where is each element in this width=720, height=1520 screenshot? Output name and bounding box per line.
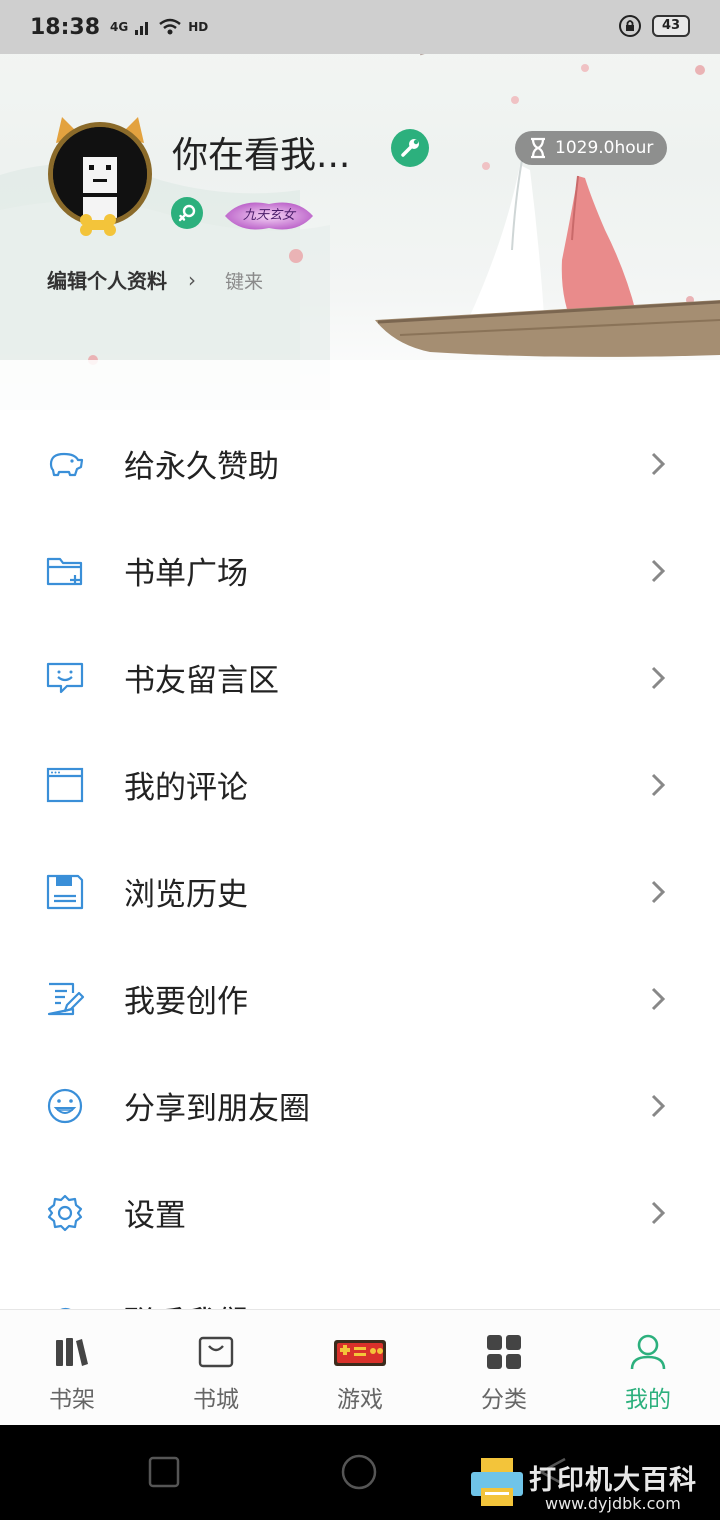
edit-profile-link[interactable]: 编辑个人资料 [47,265,167,294]
username: 你在看我... [172,135,351,176]
nav-tab-games[interactable]: 游戏 [288,1310,432,1426]
menu-item-create[interactable]: 我要创作 [0,945,720,1052]
folder-add-icon [46,557,83,585]
chevron-right-icon [651,559,666,582]
printer-logo-icon [471,1458,523,1506]
nav-label-bookstore: 书城 [193,1387,239,1413]
status-bar: 18:38 4G HD 43 [0,0,720,54]
lock-rotation-icon [619,15,641,37]
person-icon [630,1334,666,1370]
chevron-right-icon: › [188,268,196,292]
menu-label-share: 分享到朋友圈 [124,1091,310,1127]
profile-header: 18:38 4G HD 43 你在看我... 1029.0hour 九天玄女 编… [0,0,720,410]
hd-indicator: HD [188,20,209,34]
recents-button-icon[interactable] [148,1456,180,1488]
gear-icon [47,1194,83,1231]
write-icon [47,982,85,1015]
status-time: 18:38 [30,14,101,40]
edit-profile-button[interactable] [391,129,429,167]
chevron-right-icon [651,773,666,796]
menu-label-message-board: 书友留言区 [124,663,279,699]
wifi-icon [159,18,182,35]
message-icon [46,662,84,693]
menu-label-history: 浏览历史 [124,877,248,913]
watermark-url: www.dyjdbk.com [545,1494,681,1513]
nav-label-games: 游戏 [337,1387,383,1413]
battery-indicator: 43 [652,15,690,37]
bag-icon [198,1336,234,1368]
nav-tab-category[interactable]: 分类 [432,1310,576,1426]
menu-item-settings[interactable]: 设置 [0,1159,720,1266]
save-icon [46,874,84,909]
female-icon [178,204,196,222]
female-gender-badge [171,197,203,229]
menu-label-my-comments: 我的评论 [124,770,248,806]
chevron-right-icon [651,452,666,475]
watermark-text: 打印机大百科 [529,1465,697,1496]
signal-icon [135,22,149,35]
piggy-bank-icon [49,452,84,476]
menu-item-my-comments[interactable]: 我的评论 [0,731,720,838]
menu-label-booklist: 书单广场 [124,556,248,592]
nav-tab-bookstore[interactable]: 书城 [144,1310,288,1426]
smile-icon [47,1088,83,1123]
chevron-right-icon [651,880,666,903]
title-badge-text: 九天玄女 [242,208,295,223]
bottom-navigation: 书架 书城 游戏 分类 我的 [0,1309,720,1425]
nav-label-bookshelf: 书架 [49,1387,95,1413]
status-icons: 4G HD [110,17,208,37]
chevron-right-icon [651,1094,666,1117]
status-right: 43 [618,14,690,38]
menu-item-booklist[interactable]: 书单广场 [0,517,720,624]
nav-tab-mine[interactable]: 我的 [576,1310,720,1426]
network-type: 4G [110,20,129,34]
grid-icon [487,1335,521,1369]
menu-item-history[interactable]: 浏览历史 [0,838,720,945]
watermark: 打印机大百科 www.dyjdbk.com [467,1452,712,1516]
title-badge: 九天玄女 [221,196,317,236]
chevron-right-icon [651,987,666,1010]
reading-hours: 1029.0hour [555,138,654,158]
chevron-right-icon [651,666,666,689]
menu-item-message-board[interactable]: 书友留言区 [0,624,720,731]
nav-tab-bookshelf[interactable]: 书架 [0,1310,144,1426]
menu-label-create: 我要创作 [124,984,248,1020]
signature: 键来 [225,271,264,293]
menu-label-sponsor: 给永久赞助 [124,449,279,485]
wrench-icon [401,139,419,157]
menu-item-share[interactable]: 分享到朋友圈 [0,1052,720,1159]
reading-hours-badge: 1029.0hour [515,131,667,165]
chevron-right-icon [651,1201,666,1224]
bone-badge-icon [80,214,116,236]
nav-label-mine: 我的 [625,1387,671,1413]
menu-label-settings: 设置 [124,1198,186,1234]
menu-item-sponsor[interactable]: 给永久赞助 [0,410,720,517]
game-icon [334,1340,386,1366]
hourglass-icon [531,137,545,159]
nav-label-category: 分类 [481,1387,527,1413]
bookshelf-icon [56,1338,88,1366]
home-button-icon[interactable] [340,1453,378,1491]
window-icon [46,767,84,802]
